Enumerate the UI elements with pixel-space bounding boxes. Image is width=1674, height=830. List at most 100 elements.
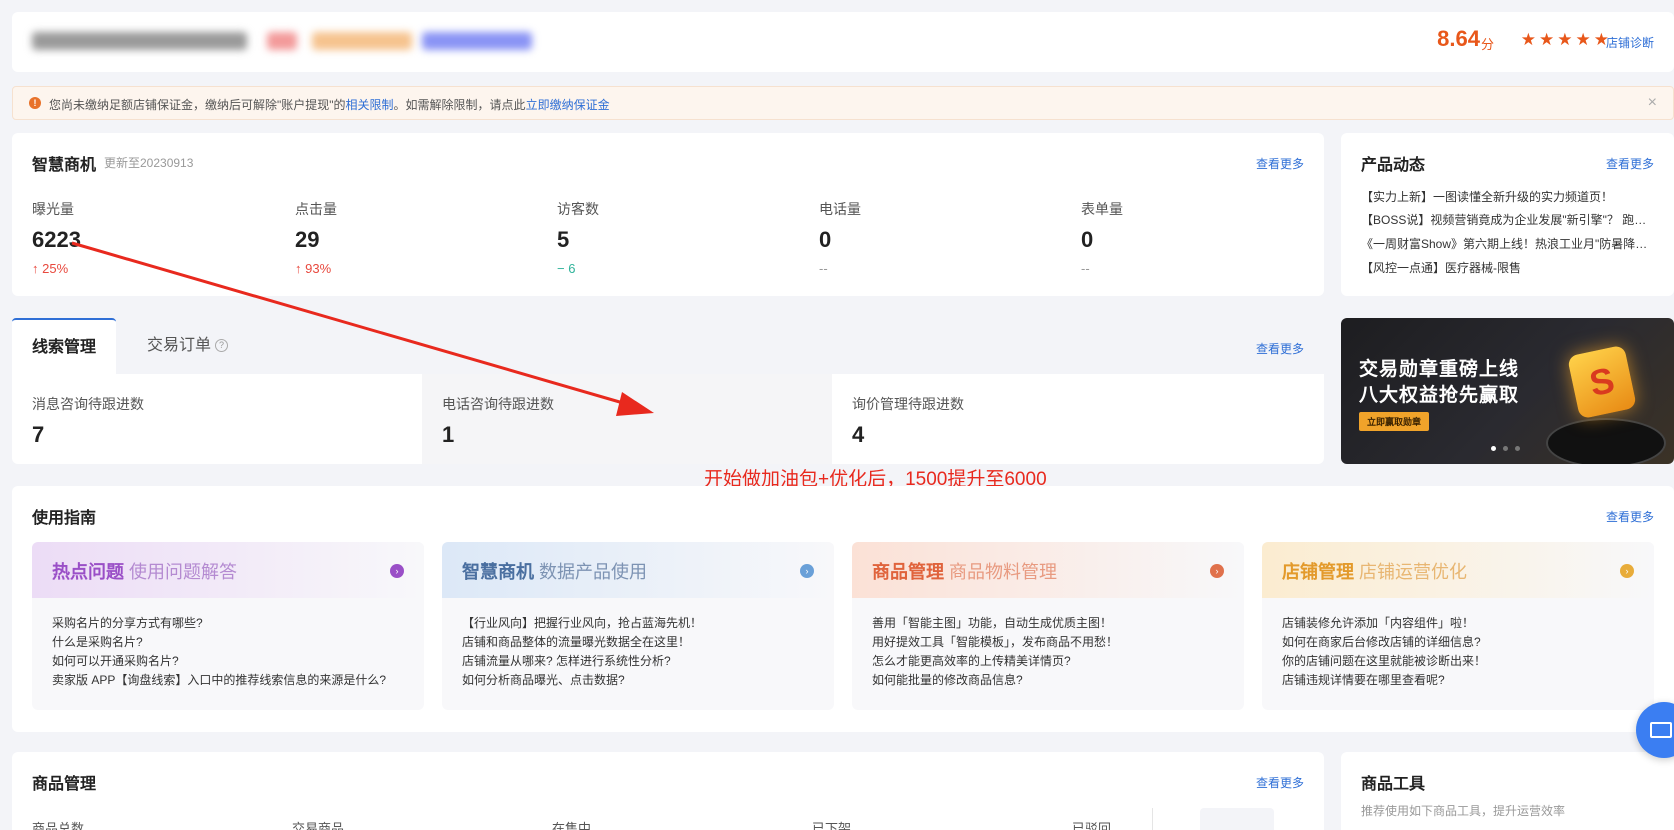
guide-card-title-bold: 热点问题 (52, 562, 124, 582)
banner-line1: 交易勋章重磅上线 (1359, 359, 1520, 380)
carousel-dot[interactable] (1515, 446, 1520, 451)
goods-title: 商品管理 (32, 776, 97, 793)
guide-question[interactable]: 如何在商家后台修改店铺的详细信息? (1282, 633, 1481, 650)
tab-leads-management[interactable]: 线索管理 (12, 318, 117, 374)
news-item[interactable]: 《一周财富Show》第六期上线！热浪工业月"防暑降… (1361, 235, 1661, 252)
usage-guide-panel: 使用指南 查看更多 热点问题 使用问题解答 › 采购名片的分享方式有哪些? 什么… (12, 486, 1674, 732)
guide-question[interactable]: 什么是采购名片? (52, 633, 143, 650)
rating-stars: ★★★★★ (1520, 30, 1612, 49)
carousel-dot[interactable] (1503, 446, 1508, 451)
chevron-right-icon[interactable]: › (1620, 564, 1634, 578)
mail-icon (1650, 722, 1672, 738)
metric-change: -- (1081, 261, 1090, 276)
guide-question[interactable]: 店铺装修允许添加「内容组件」啦！ (1282, 614, 1474, 631)
carousel-dot-active[interactable] (1491, 446, 1496, 451)
medal-badge-icon: S (1566, 344, 1638, 420)
goods-stat-label[interactable]: 已下架 (812, 818, 851, 830)
add-goods-button[interactable] (1200, 808, 1274, 830)
lead-box-inquiries[interactable]: 询价管理待跟进数 4 (832, 374, 1324, 464)
metric-exposure[interactable]: 曝光量 6223 ↑ 25% (32, 199, 272, 276)
news-item[interactable]: 【实力上新】一图读懂全新升级的实力频道页！ (1361, 188, 1661, 205)
metric-change: ↑ 25% (32, 261, 272, 276)
help-icon[interactable]: ? (215, 339, 229, 353)
blurred-tag-3 (422, 32, 532, 50)
lead-value: 7 (32, 422, 45, 447)
metric-forms[interactable]: 表单量 0 -- (1081, 199, 1321, 276)
blurred-tag-1 (267, 32, 297, 50)
metric-value: 29 (295, 227, 320, 252)
lead-value: 4 (852, 422, 865, 447)
goods-more-link[interactable]: 查看更多 (1256, 774, 1304, 791)
guide-question[interactable]: 你的店铺问题在这里就能被诊断出来！ (1282, 652, 1486, 669)
guide-question[interactable]: 如何可以开通采购名片? (52, 652, 179, 669)
leads-tab-bar: 线索管理 交易订单? 查看更多 (12, 318, 1324, 374)
banner-pedestal-graphic (1546, 418, 1666, 464)
metric-change-value: 93% (305, 261, 332, 276)
banner-cta-button[interactable]: 立即赢取勋章 (1359, 412, 1430, 431)
guide-card-goods-management[interactable]: 商品管理 商品物料管理 › 善用「智能主图」功能，自动生成优质主图！ 用好提效工… (852, 542, 1244, 710)
news-more-link[interactable]: 查看更多 (1606, 155, 1654, 172)
news-item[interactable]: 【风控一点通】医疗器械-限售 (1361, 259, 1661, 276)
guide-question[interactable]: 怎么才能更高效率的上传精美详情页? (872, 652, 1071, 669)
goods-stat-label[interactable]: 商品总数 (32, 818, 84, 830)
guide-card-title: 热点问题 使用问题解答 (52, 558, 237, 584)
guide-question[interactable]: 卖家版 APP【询盘线索】入口中的推荐线索信息的来源是什么? (52, 671, 386, 688)
chevron-right-icon[interactable]: › (800, 564, 814, 578)
guide-card-title-rest: 数据产品使用 (539, 562, 648, 582)
trend-up-icon: ↑ (32, 261, 39, 276)
chevron-right-icon[interactable]: › (390, 564, 404, 578)
guide-question[interactable]: 店铺和商品整体的流量曝光数据全在这里！ (462, 633, 690, 650)
guide-question[interactable]: 用好提效工具「智能模板」，发布商品不用愁！ (872, 633, 1118, 650)
goods-stat-label[interactable]: 交易商品 (292, 818, 344, 830)
guide-card-shop-management[interactable]: 店铺管理 店铺运营优化 › 店铺装修允许添加「内容组件」啦！ 如何在商家后台修改… (1262, 542, 1654, 710)
guide-question[interactable]: 店铺流量从哪来? 怎样进行系统性分析? (462, 652, 671, 669)
metric-label: 表单量 (1081, 201, 1123, 217)
guide-question[interactable]: 店铺违规详情要在哪里查看呢? (1282, 671, 1445, 688)
tab-trade-orders-label: 交易订单 (147, 337, 212, 354)
close-icon[interactable]: × (1648, 94, 1657, 112)
guide-card-smart-insights[interactable]: 智慧商机 数据产品使用 › 【行业风向】把握行业风向，抢占蓝海先机！ 店铺和商品… (442, 542, 834, 710)
related-restrictions-link[interactable]: 相关限制 (346, 98, 394, 112)
guide-question[interactable]: 采购名片的分享方式有哪些? (52, 614, 203, 631)
guide-card-title: 店铺管理 店铺运营优化 (1282, 558, 1467, 584)
goods-management-panel: 商品管理 查看更多 商品总数 交易商品 在售中 已下架 已驳回 (12, 752, 1324, 830)
metric-visitors[interactable]: 访客数 5 − 6 (557, 199, 797, 276)
guide-more-link[interactable]: 查看更多 (1606, 508, 1654, 525)
metric-value: 0 (1081, 227, 1094, 252)
goods-stat-label[interactable]: 已驳回 (1072, 818, 1111, 830)
trend-up-icon: ↑ (295, 261, 302, 276)
metric-calls[interactable]: 电话量 0 -- (819, 199, 1059, 276)
divider (1152, 808, 1153, 830)
promo-banner[interactable]: S 交易勋章重磅上线 八大权益抢先赢取 立即赢取勋章 (1341, 318, 1674, 464)
chevron-right-icon[interactable]: › (1210, 564, 1224, 578)
shop-diagnosis-link[interactable]: 店铺诊断 (1606, 34, 1654, 51)
pay-deposit-link[interactable]: 立即缴纳保证金 (526, 98, 610, 112)
trend-flat-icon: − (557, 261, 565, 276)
guide-card-hot-questions[interactable]: 热点问题 使用问题解答 › 采购名片的分享方式有哪些? 什么是采购名片? 如何可… (32, 542, 424, 710)
shop-name-blurred (32, 32, 247, 50)
lead-label: 电话咨询待跟进数 (442, 396, 554, 412)
metric-clicks[interactable]: 点击量 29 ↑ 93% (295, 199, 535, 276)
banner-line2: 八大权益抢先赢取 (1359, 385, 1520, 406)
tab-trade-orders[interactable]: 交易订单? (127, 318, 248, 374)
metric-value: 5 (557, 227, 570, 252)
score-value: 8.64 (1437, 26, 1480, 51)
goods-stat-label[interactable]: 在售中 (552, 818, 591, 830)
guide-card-title-rest: 使用问题解答 (129, 562, 238, 582)
guide-question[interactable]: 【行业风向】把握行业风向，抢占蓝海先机！ (462, 614, 702, 631)
metric-change: ↑ 93% (295, 261, 535, 276)
news-item[interactable]: 【BOSS说】视频营销竟成为企业发展"新引擎"？ 跑… (1361, 211, 1661, 228)
guide-question[interactable]: 如何能批量的修改商品信息? (872, 671, 1023, 688)
leads-more-link[interactable]: 查看更多 (1256, 340, 1304, 357)
metric-label: 曝光量 (32, 201, 74, 217)
guide-card-header: 店铺管理 店铺运营优化 › (1262, 542, 1654, 598)
lead-box-messages[interactable]: 消息咨询待跟进数 7 (12, 374, 422, 464)
guide-question[interactable]: 善用「智能主图」功能，自动生成优质主图！ (872, 614, 1112, 631)
warning-icon: ! (29, 97, 41, 109)
lead-box-calls[interactable]: 电话咨询待跟进数 1 (422, 374, 832, 464)
insights-more-link[interactable]: 查看更多 (1256, 155, 1304, 172)
guide-question[interactable]: 如何分析商品曝光、点击数据? (462, 671, 625, 688)
guide-card-title: 智慧商机 数据产品使用 (462, 558, 647, 584)
metric-label: 电话量 (819, 201, 861, 217)
guide-card-header: 智慧商机 数据产品使用 › (442, 542, 834, 598)
